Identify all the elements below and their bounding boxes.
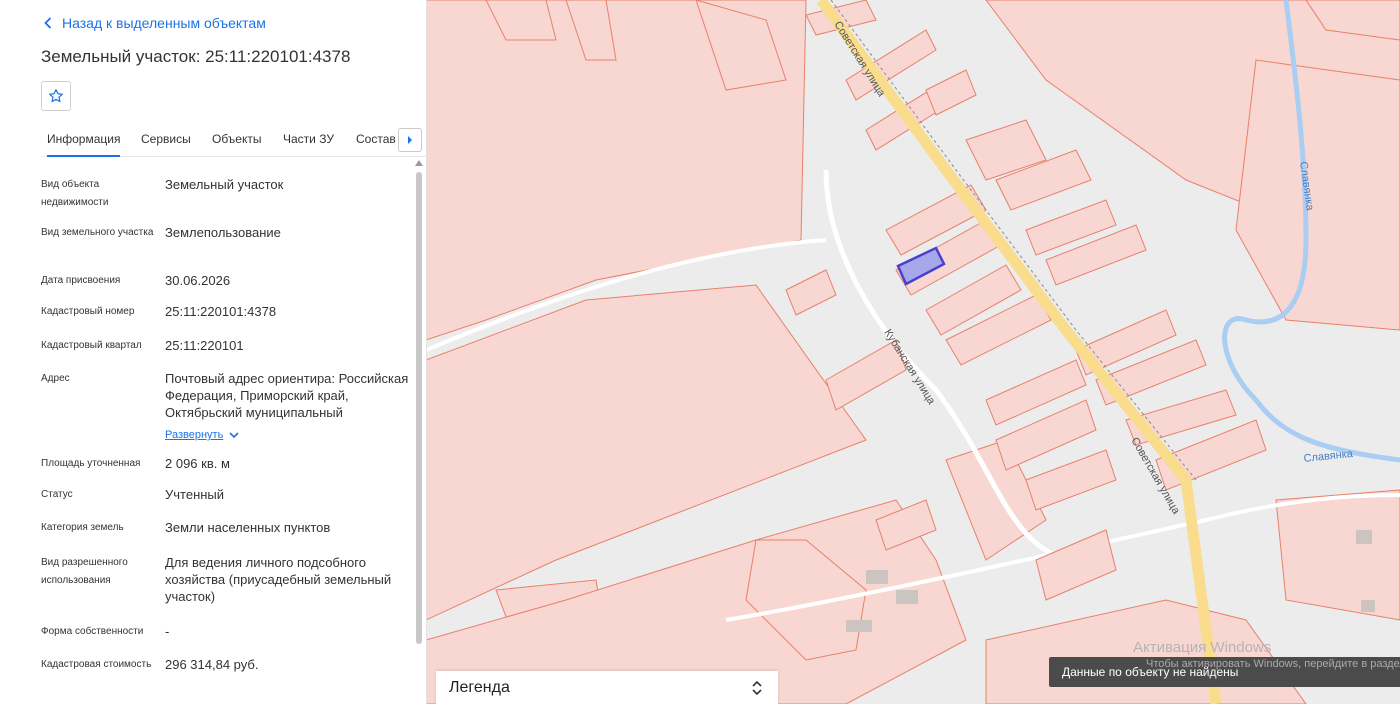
tab-services[interactable]: Сервисы <box>141 132 191 146</box>
map-building <box>896 590 918 604</box>
info-label: Вид объекта недвижимости <box>41 179 109 208</box>
info-label: Категория земель <box>41 522 124 533</box>
info-label: Дата присвоения <box>41 275 121 286</box>
map-building <box>1361 600 1375 612</box>
info-label: Кадастровый квартал <box>41 340 142 351</box>
info-label: Адрес <box>41 373 70 384</box>
info-label: Вид разрешенного использования <box>41 557 128 586</box>
info-value: 25:11:220101 <box>165 338 244 353</box>
tab-objects[interactable]: Объекты <box>212 132 262 146</box>
info-label: Площадь уточненная <box>41 458 141 469</box>
map-building <box>1356 530 1372 544</box>
map-parcel <box>1235 59 1400 331</box>
info-label: Форма собственности <box>41 626 144 637</box>
map-parcel <box>1025 449 1117 511</box>
tabs-scroll-right-button[interactable] <box>398 128 422 152</box>
info-value-address: Почтовый адрес ориентира: Российская Фед… <box>165 371 409 420</box>
tab-info[interactable]: Информация <box>47 132 121 157</box>
info-value: - <box>165 624 170 639</box>
info-value: Учтенный <box>165 487 225 502</box>
map-parcel <box>925 69 977 116</box>
map-view[interactable]: Советская улица Кубанская улица Советска… <box>426 0 1400 704</box>
info-list: Вид объекта недвижимости Земельный участ… <box>0 157 412 704</box>
map-parcel <box>785 269 837 316</box>
favorite-button[interactable] <box>41 81 71 111</box>
map-building <box>846 620 872 632</box>
expand-link-label: Развернуть <box>165 429 224 441</box>
info-value: 296 314,84 руб. <box>165 657 259 672</box>
info-label: Статус <box>41 489 73 500</box>
object-info-panel: Назад к выделенным объектам Земельный уч… <box>0 0 426 704</box>
expand-wrapper: Развернуть <box>165 425 410 444</box>
windows-activation-text: Чтобы активировать Windows, перейдите в … <box>1146 658 1400 670</box>
info-label: Вид земельного участка <box>41 227 154 238</box>
expand-link[interactable]: Развернуть <box>165 427 239 444</box>
info-value: Земли населенных пунктов <box>165 520 331 535</box>
tab-bar: Информация Сервисы Объекты Части ЗУ Сост… <box>41 124 426 157</box>
info-value: Землепользование <box>165 225 281 240</box>
map-building <box>866 570 888 584</box>
map-parcel <box>1275 489 1400 621</box>
info-value: 25:11:220101:4378 <box>165 304 277 319</box>
chevron-up-down-icon <box>752 680 762 696</box>
chevron-down-icon <box>229 432 239 439</box>
info-value: Земельный участок <box>165 177 284 192</box>
tab-composition[interactable]: Состав <box>356 132 396 146</box>
caret-right-icon <box>408 136 412 144</box>
info-value: 2 096 кв. м <box>165 456 230 471</box>
info-label: Кадастровая стоимость <box>41 659 152 670</box>
back-link[interactable]: Назад к выделенным объектам <box>44 15 266 31</box>
back-link-label: Назад к выделенным объектам <box>62 15 266 31</box>
tab-land-parts[interactable]: Части ЗУ <box>283 132 334 146</box>
river-label-horizontal: Славянка <box>1303 448 1354 465</box>
map-canvas[interactable]: Советская улица Кубанская улица Советска… <box>426 0 1400 704</box>
legend-toggle[interactable]: Легенда <box>436 671 778 704</box>
page-title: Земельный участок: 25:11:220101:4378 <box>41 47 351 66</box>
info-value: Для ведения личного подсобного хозяйства… <box>165 555 392 604</box>
star-icon <box>49 89 63 103</box>
map-parcel <box>1035 529 1117 601</box>
legend-label: Легенда <box>449 679 510 696</box>
info-value: 30.06.2026 <box>165 273 231 288</box>
chevron-left-icon <box>44 17 52 29</box>
windows-activation-title: Активация Windows <box>1133 639 1272 656</box>
scrollbar-thumb[interactable] <box>416 172 422 644</box>
scroll-up-arrow[interactable] <box>415 160 423 166</box>
info-label: Кадастровый номер <box>41 306 135 317</box>
